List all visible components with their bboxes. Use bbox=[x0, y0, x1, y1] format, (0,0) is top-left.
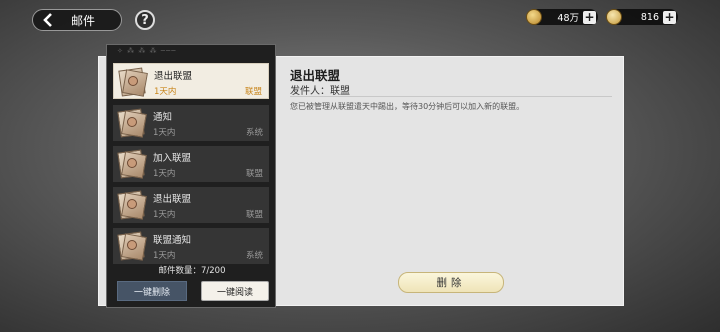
mail-item-title: 退出联盟 bbox=[153, 194, 192, 205]
mail-item-sender: 系统 bbox=[245, 128, 263, 138]
mail-item-selected[interactable]: 退出联盟 1天内 联盟 bbox=[113, 63, 269, 99]
mail-item-time: 1天内 bbox=[154, 87, 177, 97]
mail-detail-sender: 发件人：联盟 bbox=[290, 86, 350, 97]
mail-list-panel: ✧ ⁂ ⁂ ⁂ ─── 退出联盟 1天内 联盟 通知 1天内 系统 加入联盟 1… bbox=[106, 44, 276, 308]
mail-item-sender: 系统 bbox=[245, 251, 263, 261]
mail-envelope-icon bbox=[117, 231, 147, 261]
mail-envelope-icon bbox=[117, 149, 147, 179]
gem-currency-icon bbox=[606, 9, 622, 25]
top-bar: 邮件 ? 48万 + 816 + bbox=[0, 0, 720, 36]
back-button[interactable]: 邮件 bbox=[32, 9, 122, 31]
mail-envelope-icon bbox=[117, 190, 147, 220]
mail-item[interactable]: 联盟通知 1天内 系统 bbox=[113, 228, 269, 264]
mail-item[interactable]: 通知 1天内 系统 bbox=[113, 105, 269, 141]
delete-all-button[interactable]: 一键删除 bbox=[117, 281, 187, 301]
mail-item-time: 1天内 bbox=[153, 251, 176, 261]
gem-amount: 816 bbox=[640, 11, 659, 23]
gold-resource-bar: 48万 + bbox=[526, 9, 598, 25]
add-gem-button[interactable]: + bbox=[663, 10, 676, 24]
page-title: 邮件 bbox=[71, 13, 96, 28]
gem-resource-bar: 816 + bbox=[606, 9, 678, 25]
decorative-header-icon: ✧ ⁂ ⁂ ⁂ ─── bbox=[117, 47, 177, 55]
mail-envelope-icon bbox=[117, 108, 147, 138]
gold-amount: 48万 bbox=[557, 13, 579, 24]
mail-item-time: 1天内 bbox=[153, 128, 176, 138]
mail-item-sender: 联盟 bbox=[245, 210, 263, 220]
divider bbox=[290, 96, 612, 97]
chevron-left-icon[interactable] bbox=[37, 9, 59, 31]
mail-item-sender: 联盟 bbox=[244, 87, 262, 97]
read-all-button[interactable]: 一键阅读 bbox=[201, 281, 269, 301]
mail-item-title: 退出联盟 bbox=[154, 71, 193, 82]
mail-item-title: 加入联盟 bbox=[153, 153, 192, 164]
mail-item-title: 通知 bbox=[153, 112, 173, 123]
gold-coin-icon bbox=[526, 9, 542, 25]
add-gold-button[interactable]: + bbox=[583, 10, 596, 24]
mail-item[interactable]: 加入联盟 1天内 联盟 bbox=[113, 146, 269, 182]
delete-mail-button[interactable]: 删除 bbox=[398, 272, 504, 293]
mail-item-sender: 联盟 bbox=[245, 169, 263, 179]
mail-detail-body: 您已被管理从联盟遣天中踢出，等待30分钟后可以加入新的联盟。 bbox=[290, 102, 525, 111]
mail-envelope-icon bbox=[118, 67, 148, 97]
mail-item[interactable]: 退出联盟 1天内 联盟 bbox=[113, 187, 269, 223]
mail-item-title: 联盟通知 bbox=[153, 235, 192, 246]
help-icon[interactable]: ? bbox=[135, 10, 155, 30]
mail-item-time: 1天内 bbox=[153, 169, 176, 179]
mail-item-time: 1天内 bbox=[153, 210, 176, 220]
mail-count: 邮件数量：7/200 bbox=[158, 266, 226, 276]
